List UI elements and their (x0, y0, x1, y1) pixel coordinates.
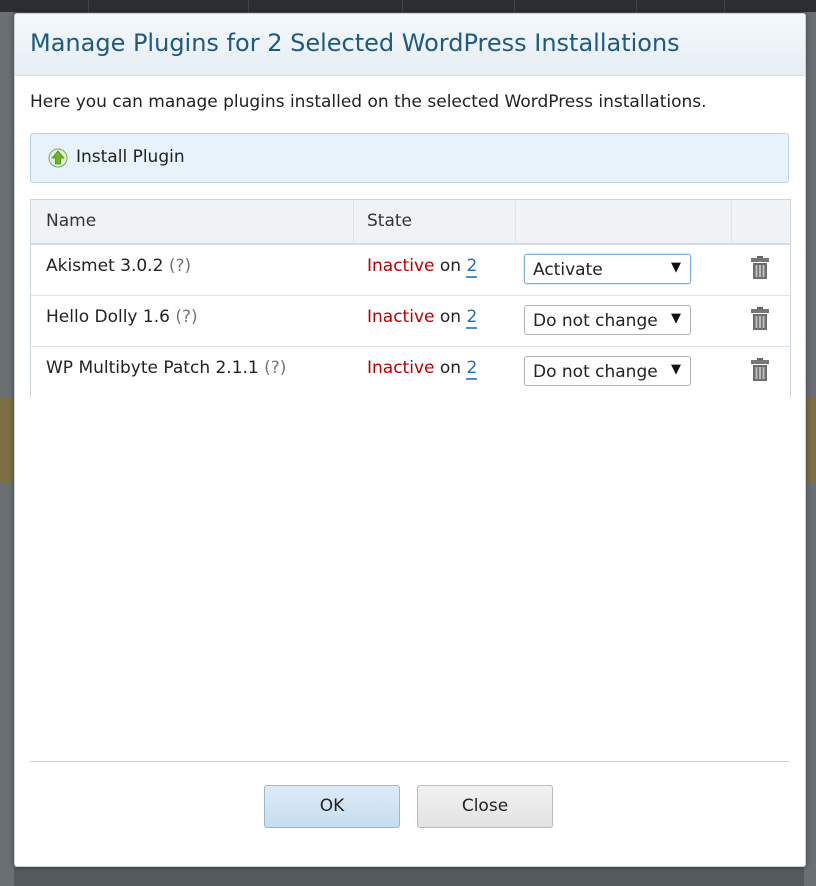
state-inactive: Inactive (367, 256, 435, 276)
column-header-name: Name (46, 211, 97, 231)
installations-count-link[interactable]: 2 (466, 307, 478, 329)
ok-button[interactable]: OK (264, 785, 400, 828)
plugin-help-link[interactable]: (?) (175, 307, 197, 327)
plugin-help-link[interactable]: (?) (264, 358, 286, 378)
dropdown-arrow-icon: ▼ (671, 260, 681, 275)
plugin-state-cell: Inactive on 2 (367, 256, 478, 278)
footer-divider (30, 761, 789, 762)
plugin-name: Hello Dolly 1.6 (46, 307, 170, 327)
select-value: Do not change (533, 362, 658, 382)
dropdown-arrow-icon: ▼ (671, 362, 681, 377)
plugins-table: Name State Akismet 3.0.2 (?) Inactive on… (30, 199, 791, 397)
table-row: WP Multibyte Patch 2.1.1 (?) Inactive on… (31, 347, 790, 397)
background-highlight-left (0, 398, 14, 484)
close-button[interactable]: Close (417, 785, 553, 828)
plugin-state-cell: Inactive on 2 (367, 358, 478, 380)
trash-icon[interactable] (749, 306, 771, 332)
dialog-header: Manage Plugins for 2 Selected WordPress … (15, 14, 805, 76)
plugin-name: Akismet 3.0.2 (46, 256, 164, 276)
installations-count-link[interactable]: 2 (466, 358, 478, 380)
plugin-action-select[interactable]: Do not change ▼ (524, 305, 691, 335)
select-value: Do not change (533, 311, 658, 331)
plugin-name-cell: Akismet 3.0.2 (?) (46, 256, 191, 276)
state-on-text: on (439, 256, 462, 276)
dialog-description: Here you can manage plugins installed on… (30, 92, 707, 112)
dropdown-arrow-icon: ▼ (671, 311, 681, 326)
state-on-text: on (439, 358, 462, 378)
plugin-action-select[interactable]: Do not change ▼ (524, 356, 691, 386)
column-divider (353, 200, 354, 243)
state-on-text: on (439, 307, 462, 327)
plugin-help-link[interactable]: (?) (169, 256, 191, 276)
plugin-name-cell: Hello Dolly 1.6 (?) (46, 307, 198, 327)
select-value: Activate (533, 260, 603, 280)
plugin-state-cell: Inactive on 2 (367, 307, 478, 329)
plugin-name-cell: WP Multibyte Patch 2.1.1 (?) (46, 358, 286, 378)
install-arrow-icon (48, 148, 68, 168)
trash-icon[interactable] (749, 357, 771, 383)
dialog-title: Manage Plugins for 2 Selected WordPress … (30, 29, 680, 57)
background-toolbar (0, 0, 816, 12)
state-inactive: Inactive (367, 307, 435, 327)
state-inactive: Inactive (367, 358, 435, 378)
column-divider (515, 200, 516, 243)
column-header-state: State (367, 211, 412, 231)
table-header: Name State (31, 200, 790, 245)
table-row: Akismet 3.0.2 (?) Inactive on 2 Activate… (31, 245, 790, 296)
table-row: Hello Dolly 1.6 (?) Inactive on 2 Do not… (31, 296, 790, 347)
install-plugin-link[interactable]: Install Plugin (76, 147, 185, 167)
manage-plugins-dialog: Manage Plugins for 2 Selected WordPress … (14, 13, 806, 867)
plugin-name: WP Multibyte Patch 2.1.1 (46, 358, 259, 378)
column-divider (731, 200, 732, 243)
install-plugin-bar[interactable]: Install Plugin (30, 133, 789, 183)
plugin-action-select[interactable]: Activate ▼ (524, 254, 691, 284)
installations-count-link[interactable]: 2 (466, 256, 478, 278)
trash-icon[interactable] (749, 255, 771, 281)
